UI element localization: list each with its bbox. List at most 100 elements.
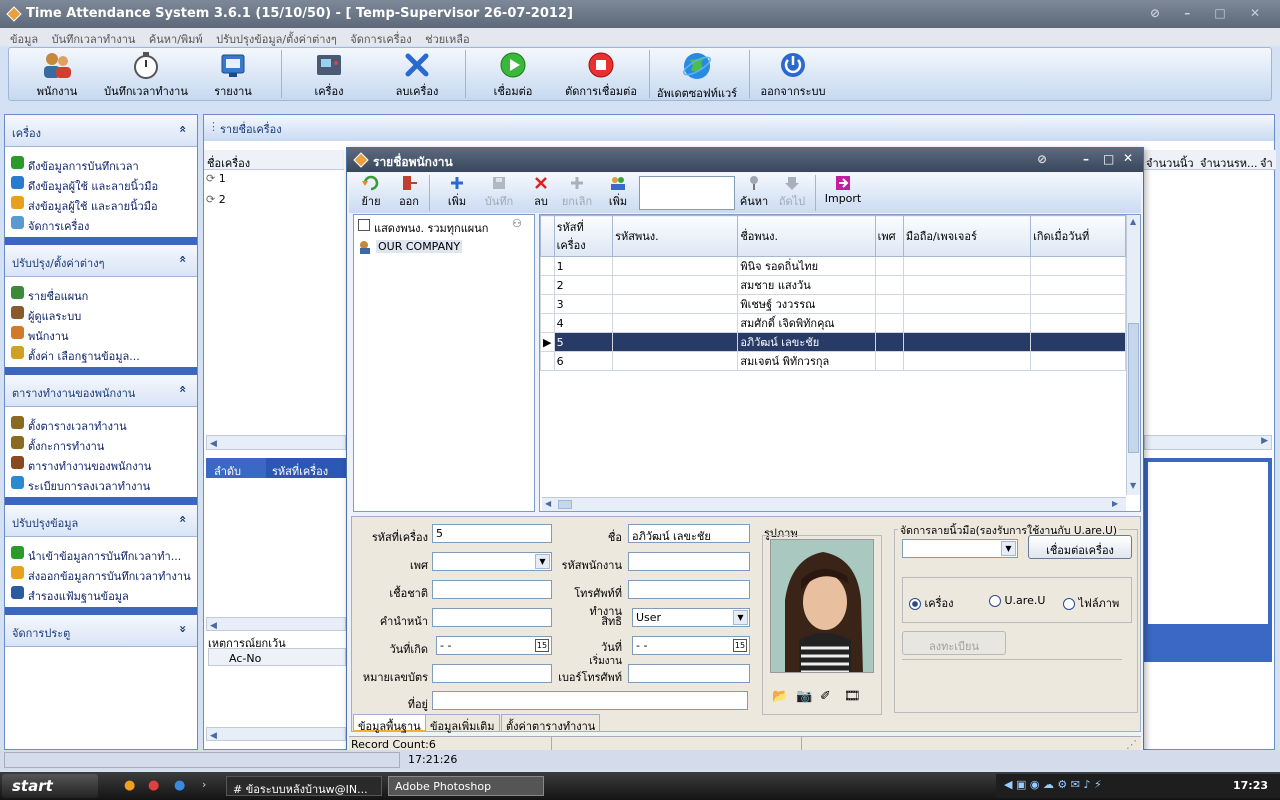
show-all-checkbox[interactable] <box>358 219 370 231</box>
taskbar-item-photoshop[interactable]: Adobe Photoshop <box>388 776 544 796</box>
connect-device-button[interactable]: เชื่อมต่อเครื่อง <box>1028 535 1132 559</box>
col-mobile[interactable]: มือถือ/เพจเจอร์ <box>902 215 1032 257</box>
open-folder-icon[interactable]: 📂 <box>772 689 788 704</box>
col-machine-id[interactable]: รหัสที่เครื่อง <box>553 215 614 257</box>
employees-button[interactable]: พนักงาน <box>29 50 85 100</box>
sidebar-item[interactable]: นำเข้าข้อมูลการบันทึกเวลาทำ... <box>5 543 197 563</box>
add-button[interactable]: เพิ่ม <box>443 175 471 210</box>
machine-button[interactable]: เครื่อง <box>303 50 355 100</box>
menu-machine[interactable]: จัดการเครื่อง <box>350 30 411 48</box>
next-button[interactable]: ถัดไป <box>777 175 807 210</box>
start-date-field[interactable]: - -15 <box>632 636 750 655</box>
tab-additional-info[interactable]: ข้อมูลเพิ่มเติม <box>425 714 500 733</box>
save-button[interactable]: บันทึก <box>481 175 517 210</box>
collapse-chevron-icon[interactable]: « <box>176 255 190 263</box>
register-button[interactable]: ลงทะเบียน <box>902 631 1006 655</box>
radio-uareu[interactable]: U.are.U <box>989 594 1045 607</box>
title-field[interactable] <box>432 608 552 627</box>
chrome-icon[interactable]: ● <box>148 778 159 793</box>
sidebar-item[interactable]: รายชื่อแผนก <box>5 283 197 303</box>
sidebar-section-header[interactable]: เครื่อง « <box>5 115 197 147</box>
cancel-button[interactable]: ยกเลิก <box>559 175 595 210</box>
scroll-thumb[interactable] <box>558 500 572 509</box>
nationality-field[interactable] <box>432 580 552 599</box>
fingerprint-device-select[interactable]: ▼ <box>902 539 1018 558</box>
disconnect-button[interactable]: ตัดการเชื่อมต่อ <box>561 50 641 100</box>
sidebar-item[interactable]: ตั้งกะการทำงาน <box>5 433 197 453</box>
name-field[interactable]: อภิวัฒน์ เลขะชัย <box>628 524 750 543</box>
collapse-chevron-icon[interactable]: » <box>176 625 190 633</box>
minimize-icon[interactable]: – <box>1083 152 1089 166</box>
radio-device[interactable]: เครื่อง <box>909 594 954 612</box>
sidebar-section-header[interactable]: จัดการประตู » <box>5 615 197 647</box>
tab-work-schedule[interactable]: ตั้งค่าตารางทำงาน <box>501 714 601 733</box>
privilege-select[interactable]: User ▼ <box>632 608 750 627</box>
birth-date-field[interactable]: - -15 <box>436 636 552 655</box>
vertical-scrollbar[interactable]: ▲ ▼ <box>1126 215 1140 495</box>
calendar-icon[interactable]: 15 <box>733 639 747 652</box>
horizontal-scrollbar[interactable]: ◀ ▶ <box>542 497 1126 511</box>
capture-icon[interactable]: 🎞 <box>844 689 861 704</box>
tray-icons[interactable]: ◀ ▣ ◉ ☁ ⚙ ✉ ♪ ⚡ <box>1004 778 1102 791</box>
taskbar-item-browser[interactable]: # ข้อระบบหลังบ้านw@IN... <box>226 776 382 796</box>
sidebar-section-header[interactable]: ปรับปรุงข้อมูล « <box>5 505 197 537</box>
sidebar-item[interactable]: ตั้งค่า เลือกฐานข้อมูล... <box>5 343 197 363</box>
connect-button[interactable]: เชื่อมต่อ <box>487 50 539 100</box>
idcard-field[interactable] <box>432 664 552 683</box>
horizontal-scrollbar[interactable]: ◀ <box>206 727 346 741</box>
phone-field[interactable] <box>628 664 750 683</box>
sidebar-item[interactable]: สำรองแฟ้มฐานข้อมูล <box>5 583 197 603</box>
chevron-right-icon[interactable]: › <box>202 778 206 791</box>
table-row[interactable]: 2 สมชาย แสงวัน <box>540 275 1126 295</box>
sidebar-item[interactable]: พนักงาน <box>5 323 197 343</box>
sidebar-item[interactable]: ดึงข้อมูลผู้ใช้ และลายนิ้วมือ <box>5 173 197 193</box>
menu-settings[interactable]: ปรับปรุงข้อมูล/ตั้งค่าต่างๆ <box>216 30 337 48</box>
address-field[interactable] <box>432 691 748 710</box>
sidebar-item[interactable]: ส่งข้อมูลผู้ใช้ และลายนิ้วมือ <box>5 193 197 213</box>
table-row[interactable]: 4 สมศักดิ์ เจิดพิทักคุณ <box>540 313 1126 333</box>
record-time-button[interactable]: บันทึกเวลาทำงาน <box>101 50 191 100</box>
horizontal-scrollbar[interactable]: ◀ <box>206 435 346 450</box>
machine-id-field[interactable]: 5 <box>432 524 552 543</box>
device-row[interactable]: ⟳ 1 <box>206 172 226 185</box>
dialog-help-icon[interactable]: ⊘ <box>1037 152 1047 166</box>
sidebar-item[interactable]: ตารางทำงานของพนักงาน <box>5 453 197 473</box>
maximize-icon[interactable]: □ <box>1103 152 1114 166</box>
delete-machine-button[interactable]: ลบเครื่อง <box>389 50 445 100</box>
sidebar-section-header[interactable]: ตารางทำงานของพนักงาน « <box>5 375 197 407</box>
col-birthdate[interactable]: เกิดเมื่อวันที่ <box>1030 215 1126 257</box>
report-button[interactable]: รายงาน <box>209 50 257 100</box>
table-row-selected[interactable]: ▶ 5 อภิวัฒน์ เลขะชัย <box>540 332 1126 352</box>
update-software-button[interactable]: อัพเดตซอฟท์แวร์ <box>653 50 741 100</box>
table-row[interactable]: 6 สมเจตน์ พิทักวรกุล <box>540 351 1126 371</box>
search-input[interactable] <box>639 176 735 210</box>
horizontal-scrollbar[interactable]: ◀ <box>206 617 346 631</box>
sidebar-item[interactable]: จัดการเครื่อง <box>5 213 197 233</box>
import-button[interactable]: Import <box>823 175 863 205</box>
emp-id-field[interactable] <box>628 552 750 571</box>
sidebar-item[interactable]: ดึงข้อมูลการบันทึกเวลา <box>5 153 197 173</box>
start-button[interactable]: start <box>2 774 98 798</box>
search-button[interactable]: ค้นหา <box>739 175 769 210</box>
menu-record-time[interactable]: บันทึกเวลาทำงาน <box>52 30 136 48</box>
horizontal-scrollbar[interactable]: ▶ <box>1144 435 1272 450</box>
eraser-icon[interactable]: ✐ <box>820 689 831 704</box>
firefox-icon[interactable]: ● <box>124 778 135 793</box>
tree-structure-icon[interactable]: ⚇ <box>512 217 522 230</box>
sidebar-item[interactable]: ส่งออกข้อมูลการบันทึกเวลาทำงาน <box>5 563 197 583</box>
tab-basic-info[interactable]: ข้อมูลพื้นฐาน <box>353 714 426 733</box>
col-emp-name[interactable]: ชื่อพนง. <box>737 215 876 257</box>
device-row[interactable]: ⟳ 2 <box>206 193 226 206</box>
table-row[interactable]: 3 พิเชษฐ์ วงวรรณ <box>540 294 1126 314</box>
sidebar-item[interactable]: ระเบียบการลงเวลาทำงาน <box>5 473 197 493</box>
scroll-thumb[interactable] <box>1128 323 1139 453</box>
logout-button[interactable]: ออกจากระบบ <box>757 50 829 100</box>
collapse-chevron-icon[interactable]: « <box>176 385 190 393</box>
delete-button[interactable]: ลบ <box>529 175 553 210</box>
office-phone-field[interactable] <box>628 580 750 599</box>
col-emp-id[interactable]: รหัสพนง. <box>612 215 739 257</box>
close-icon[interactable]: ✕ <box>1123 151 1133 165</box>
ie-icon[interactable]: ● <box>174 778 185 793</box>
sidebar-item[interactable]: ผู้ดูแลระบบ <box>5 303 197 323</box>
calendar-icon[interactable]: 15 <box>535 639 549 652</box>
